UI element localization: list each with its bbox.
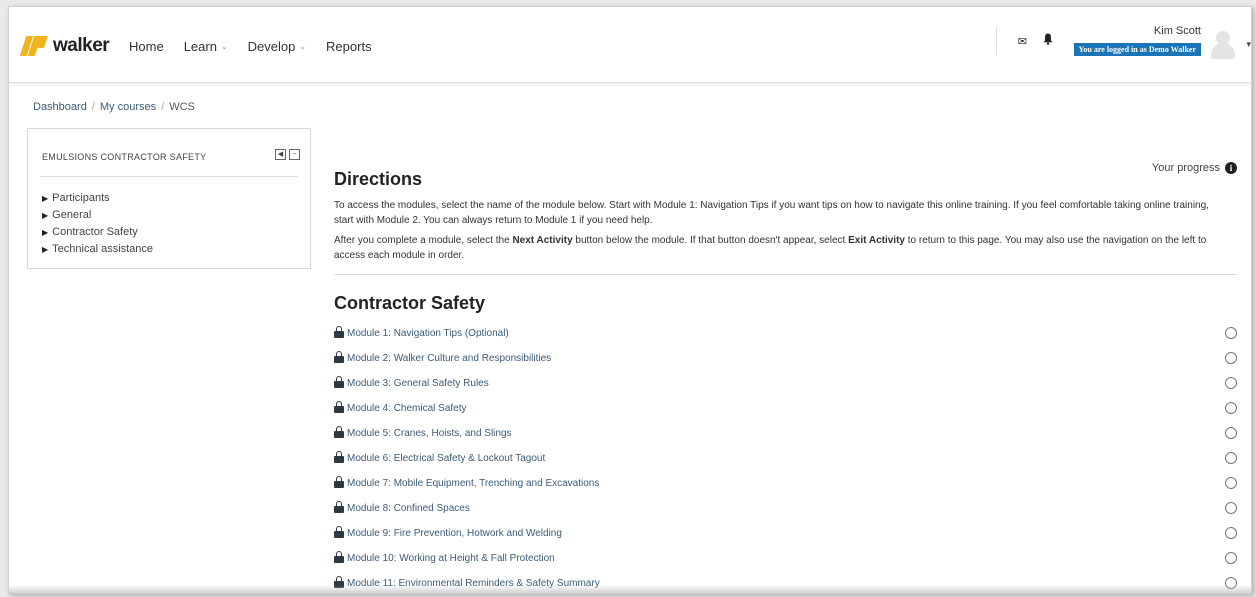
module-item: Module 2: Walker Culture and Responsibil… <box>334 346 1237 371</box>
block-controls: ◀ − <box>272 149 300 160</box>
browser-page: walker Home Learn ⌄ Develop ⌄ Reports ✉ … <box>8 6 1252 594</box>
nav-develop-label: Develop <box>247 39 296 54</box>
completion-checkbox[interactable] <box>1225 527 1237 539</box>
user-menu-caret-icon[interactable]: ▾ <box>1246 39 1251 50</box>
module-link[interactable]: Module 3: General Safety Rules <box>347 378 489 389</box>
caret-right-icon: ▶ <box>42 228 49 237</box>
lock-icon <box>334 476 344 489</box>
nav-learn[interactable]: Learn ⌄ <box>184 39 228 54</box>
lock-icon <box>334 526 344 539</box>
module-item: Module 4: Chemical Safety <box>334 396 1237 421</box>
breadcrumb-my-courses[interactable]: My courses <box>100 101 156 113</box>
module-link[interactable]: Module 10: Working at Height & Fall Prot… <box>347 553 555 564</box>
block-title: EMULSIONS CONTRACTOR SAFETY <box>42 152 207 162</box>
nav-home[interactable]: Home <box>129 39 164 54</box>
caret-right-icon: ▶ <box>42 194 49 203</box>
top-navbar: walker Home Learn ⌄ Develop ⌄ Reports ✉ … <box>9 7 1251 83</box>
your-progress: Your progress i <box>1152 162 1237 174</box>
module-item: Module 6: Electrical Safety & Lockout Ta… <box>334 446 1237 471</box>
completion-checkbox[interactable] <box>1225 452 1237 464</box>
progress-label: Your progress <box>1151 162 1220 174</box>
brand-name: walker <box>53 35 110 56</box>
breadcrumb-dashboard[interactable]: Dashboard <box>33 101 87 113</box>
module-link[interactable]: Module 9: Fire Prevention, Hotwork and W… <box>347 528 562 539</box>
directions-paragraph-1: To access the modules, select the name o… <box>334 200 1209 226</box>
completion-checkbox[interactable] <box>1225 477 1237 489</box>
breadcrumb: Dashboard / My courses / WCS <box>33 101 195 113</box>
module-list: Module 1: Navigation Tips (Optional) Modu… <box>334 321 1237 593</box>
caret-right-icon: ▶ <box>42 245 49 254</box>
completion-checkbox[interactable] <box>1225 427 1237 439</box>
block-item-general[interactable]: ▶ General <box>42 207 153 224</box>
module-item: Module 3: General Safety Rules <box>334 371 1237 396</box>
module-item: Module 7: Mobile Equipment, Trenching an… <box>334 471 1237 496</box>
block-item-technical-assistance[interactable]: ▶ Technical assistance <box>42 241 153 258</box>
block-item-participants[interactable]: ▶ Participants <box>42 190 153 207</box>
completion-checkbox[interactable] <box>1225 502 1237 514</box>
block-nav-list: ▶ Participants ▶ General ▶ Contractor Safet… <box>42 190 153 258</box>
block-item-contractor-safety[interactable]: ▶ Contractor Safety <box>42 224 153 241</box>
directions-heading: Directions <box>334 169 423 189</box>
chevron-down-icon: ⌄ <box>220 42 228 51</box>
lock-icon <box>334 401 344 414</box>
nav-reports[interactable]: Reports <box>326 39 372 54</box>
lock-icon <box>334 376 344 389</box>
lock-icon <box>334 326 344 339</box>
nav-reports-label: Reports <box>326 39 372 54</box>
lock-icon <box>334 451 344 464</box>
module-link[interactable]: Module 8: Confined Spaces <box>347 503 470 514</box>
nav-home-label: Home <box>129 39 164 54</box>
course-navigation-block: EMULSIONS CONTRACTOR SAFETY ◀ − ▶ Partici… <box>27 128 311 269</box>
completion-checkbox[interactable] <box>1225 377 1237 389</box>
module-link[interactable]: Module 5: Cranes, Hoists, and Slings <box>347 428 512 439</box>
info-icon[interactable]: i <box>1225 162 1237 174</box>
module-link[interactable]: Module 6: Electrical Safety & Lockout Ta… <box>347 453 545 464</box>
lock-icon <box>334 551 344 564</box>
dock-block-icon[interactable]: ◀ <box>275 149 286 160</box>
directions-paragraph-2: After you complete a module, select the … <box>334 235 1207 261</box>
module-link[interactable]: Module 7: Mobile Equipment, Trenching an… <box>347 478 599 489</box>
caret-right-icon: ▶ <box>42 211 49 220</box>
completion-checkbox[interactable] <box>1225 552 1237 564</box>
user-name[interactable]: Kim Scott <box>1154 25 1201 37</box>
lock-icon <box>334 351 344 364</box>
completion-checkbox[interactable] <box>1225 402 1237 414</box>
nav-develop[interactable]: Develop ⌄ <box>248 39 306 54</box>
walker-logo-mark <box>19 34 49 58</box>
completion-checkbox[interactable] <box>1225 327 1237 339</box>
breadcrumb-current[interactable]: WCS <box>169 101 195 113</box>
avatar[interactable] <box>1211 31 1237 59</box>
envelope-icon[interactable]: ✉ <box>1018 35 1027 48</box>
collapse-block-icon[interactable]: − <box>289 149 300 160</box>
module-item: Module 1: Navigation Tips (Optional) <box>334 321 1237 346</box>
nav-learn-label: Learn <box>183 39 217 54</box>
module-item: Module 8: Confined Spaces <box>334 496 1237 521</box>
completion-checkbox[interactable] <box>1225 352 1237 364</box>
module-link[interactable]: Module 1: Navigation Tips (Optional) <box>347 328 509 339</box>
walker-logo[interactable]: walker <box>19 31 110 61</box>
lock-icon <box>334 426 344 439</box>
chevron-down-icon: ⌄ <box>299 42 307 51</box>
navbar-divider <box>996 27 997 55</box>
module-item: Module 5: Cranes, Hoists, and Slings <box>334 421 1237 446</box>
module-item: Module 10: Working at Height & Fall Prot… <box>334 546 1237 571</box>
bell-icon[interactable] <box>1043 33 1053 48</box>
module-link[interactable]: Module 4: Chemical Safety <box>347 403 467 414</box>
lock-icon <box>334 501 344 514</box>
section-heading: Contractor Safety <box>334 293 486 313</box>
module-link[interactable]: Module 2: Walker Culture and Responsibil… <box>347 353 551 364</box>
primary-nav: Home Learn ⌄ Develop ⌄ Reports <box>129 39 392 54</box>
login-as-badge: You are logged in as Demo Walker <box>1073 43 1201 56</box>
module-item: Module 9: Fire Prevention, Hotwork and W… <box>334 521 1237 546</box>
